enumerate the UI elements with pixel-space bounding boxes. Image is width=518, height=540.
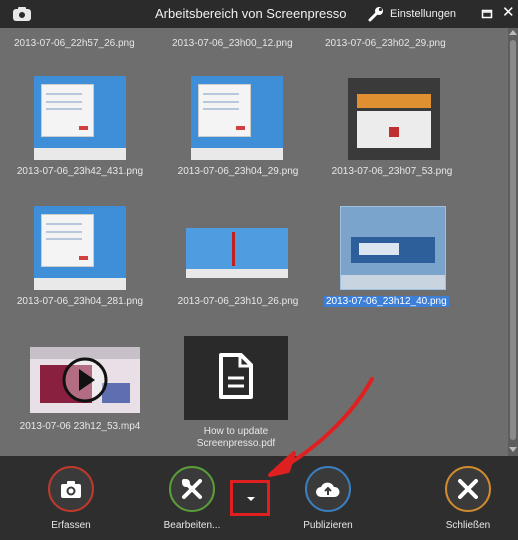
wrench-icon[interactable] [367, 5, 385, 23]
gallery-item[interactable]: 2013-07-06 23h12_53.mp4 [10, 343, 150, 443]
file-label[interactable]: 2013-07-06_23h00_12.png [172, 38, 293, 49]
thumbnail-image[interactable] [34, 206, 126, 290]
file-label[interactable]: 2013-07-06_23h07_53.png [322, 166, 462, 177]
file-label[interactable]: 2013-07-06_22h57_26.png [14, 38, 135, 49]
restore-icon[interactable] [481, 8, 493, 20]
settings-link[interactable]: Einstellungen [390, 8, 456, 20]
edit-dropdown-button[interactable] [230, 480, 270, 516]
title-bar: Arbeitsbereich von Screenpresso Einstell… [0, 0, 518, 28]
file-label[interactable]: 2013-07-06 23h12_53.mp4 [10, 421, 150, 432]
gallery-item[interactable]: 2013-07-06_23h12_40.png [322, 206, 482, 307]
document-icon [219, 353, 253, 399]
camera-icon[interactable] [48, 466, 94, 512]
gallery-item[interactable]: 2013-07-06_23h42_431.png [10, 76, 150, 177]
file-label[interactable]: 2013-07-06_23h04_29.png [168, 166, 308, 177]
file-label[interactable]: 2013-07-06_23h10_26.png [168, 296, 308, 307]
thumbnail-image[interactable] [191, 76, 283, 160]
thumbnail-image[interactable] [340, 206, 446, 290]
play-icon[interactable] [62, 357, 108, 403]
capture-button[interactable]: Erfassen [36, 466, 106, 531]
gallery-item[interactable]: 2013-07-06_23h10_26.png [168, 206, 308, 307]
window-title: Arbeitsbereich von Screenpresso [155, 6, 347, 21]
thumbnail-image[interactable] [348, 78, 440, 160]
thumbnail-image[interactable] [30, 347, 140, 413]
gallery-item[interactable]: 2013-07-06_23h04_29.png [168, 76, 308, 177]
file-label-selected[interactable]: 2013-07-06_23h12_40.png [324, 296, 449, 307]
thumbnail-image[interactable] [186, 228, 288, 278]
file-label[interactable]: 2013-07-06_23h02_29.png [325, 38, 446, 49]
file-label[interactable]: 2013-07-06_23h04_281.png [10, 296, 150, 307]
scrollbar[interactable] [508, 28, 518, 456]
thumbnail-image[interactable] [34, 76, 126, 160]
close-button[interactable]: Schließen [432, 466, 504, 531]
annotation-arrow-icon [268, 377, 374, 477]
chevron-down-icon [247, 497, 255, 501]
file-label[interactable]: 2013-07-06_23h42_431.png [10, 166, 150, 177]
gallery-item[interactable]: 2013-07-06_23h07_53.png [322, 76, 462, 177]
close-x-icon[interactable] [445, 466, 491, 512]
capture-label: Erfassen [51, 520, 91, 531]
screenpresso-icon[interactable] [12, 6, 32, 22]
gallery-item[interactable]: 2013-07-06_23h04_281.png [10, 206, 150, 307]
scroll-down-icon[interactable] [509, 447, 517, 452]
gallery: 2013-07-06_22h57_26.png 2013-07-06_23h00… [0, 28, 508, 456]
publish-label: Publizieren [303, 520, 353, 531]
tools-icon[interactable] [169, 466, 215, 512]
edit-label: Bearbeiten... [163, 520, 221, 531]
scroll-thumb[interactable] [510, 40, 516, 440]
edit-button[interactable]: Bearbeiten... [154, 466, 230, 531]
scroll-up-icon[interactable] [509, 30, 517, 35]
close-window-icon[interactable]: ✕ [502, 4, 516, 22]
close-label: Schließen [445, 520, 491, 531]
